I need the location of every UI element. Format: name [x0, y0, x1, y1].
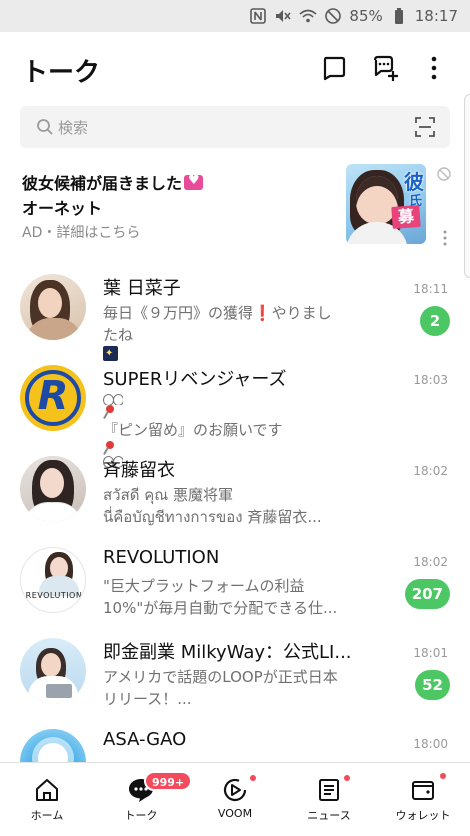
ad-meta: AD・詳細はこちら [22, 225, 141, 241]
chat-bubble-icon [323, 56, 346, 81]
avatar [20, 274, 86, 340]
chat-name: 葉 日菜子 [103, 278, 181, 299]
chat-preview-line2: 10%"が毎月自動で分配できる仕... [103, 599, 338, 617]
chat-row-4[interactable]: 即金副業 MilkyWay：公式LI... アメリカで話題のLOOPが正式日本 … [0, 626, 470, 717]
avatar-text: REVOLUTION [25, 591, 83, 600]
chat-time: 18:02 [413, 555, 448, 569]
chat-name: ASA-GAO [103, 729, 187, 750]
mute-icon [274, 7, 292, 25]
chat-row-0[interactable]: 葉 日菜子 毎日《９万円》の獲得❗️やりまし たね 18:11 2 [0, 262, 470, 361]
chat-preview-line1: สวัสดี คุณ 悪魔将軍 [103, 486, 233, 504]
ad-banner[interactable]: 彼女候補が届きました オーネット AD・詳細はこちら 彼 氏 募 [0, 160, 470, 252]
nav-voom-dot [250, 775, 256, 781]
nav-talk[interactable]: 999+ トーク [94, 763, 193, 831]
chat-preview-line1: 毎日《９万円》の獲得❗️やりまし [103, 304, 332, 322]
chat-list: 葉 日菜子 毎日《９万円》の獲得❗️やりまし たね 18:11 2 R SUPE… [0, 262, 470, 762]
chat-name: 斉藤留衣 [103, 460, 175, 481]
avatar [20, 456, 86, 522]
chat-add-icon [373, 55, 398, 81]
unread-badge: 2 [420, 306, 450, 336]
avatar [20, 729, 86, 762]
nav-news-dot [344, 775, 350, 781]
battery-percent: 85% [349, 7, 383, 25]
heart-emoji-icon [184, 173, 204, 190]
chat-preview: "巨大プラットフォームの利益 10%"が毎月自動で分配できる仕... [103, 575, 357, 619]
chat-time: 18:01 [413, 646, 448, 660]
chat-preview-line1: 『ピン留め』のお願いです [103, 421, 283, 439]
chat-preview: アメリカで話題のLOOPが正式日本 リリース！... [103, 666, 357, 710]
search-placeholder: 検索 [58, 119, 89, 137]
wallet-icon [412, 781, 434, 800]
page-title: トーク [22, 58, 101, 88]
chat-row-5[interactable]: ASA-GAO 18:00 [0, 717, 470, 762]
nav-label: ウォレット [395, 809, 451, 822]
ad-more-icon[interactable] [442, 230, 448, 246]
chat-row-2[interactable]: 斉藤留衣 สวัสดี คุณ 悪魔将軍 นี่คือบัญชีทางการขอ… [0, 444, 470, 535]
search-input[interactable]: 検索 [20, 106, 450, 148]
clock: 18:17 [414, 7, 458, 25]
ad-title: 彼女候補が届きました [22, 170, 204, 194]
chat-preview-line1: "巨大プラットフォームの利益 [103, 577, 305, 595]
ad-image-text-3: 募 [391, 205, 421, 229]
status-bar: 85% 18:17 [0, 0, 470, 32]
no-signal-icon [324, 7, 342, 25]
chat-preview-line2: たね [103, 326, 134, 344]
nav-news[interactable]: ニュース [282, 763, 376, 831]
search-icon [37, 119, 53, 135]
nav-home[interactable]: ホーム [0, 763, 94, 831]
avatar: R [20, 365, 86, 431]
chat-name: 即金副業 MilkyWay：公式LI... [103, 642, 352, 663]
nfc-icon [249, 7, 267, 25]
unread-badge: 207 [404, 579, 450, 609]
nav-talk-badge: 999+ [144, 771, 193, 791]
ad-image: 彼 氏 募 [346, 164, 426, 244]
avatar [20, 638, 86, 704]
battery-icon [390, 7, 408, 25]
chat-preview-line2: นี่คือบัญชีทางการของ 斉藤留衣... [103, 508, 322, 526]
chat-row-3[interactable]: REVOLUTION REVOLUTION "巨大プラットフォームの利益 10%… [0, 535, 470, 626]
news-icon [319, 779, 339, 801]
eyes-emoji-icon [103, 393, 123, 405]
ad-title-text: 彼女候補が届きました [22, 174, 183, 193]
kebab-menu-icon [431, 56, 437, 80]
bottom-nav: ホーム 999+ トーク VOOM ニュース ウォレット [0, 762, 470, 830]
nav-label: ニュース [307, 809, 351, 822]
nav-label: ホーム [30, 809, 64, 822]
home-icon [36, 779, 58, 801]
ad-hide-icon[interactable] [436, 166, 452, 182]
chat-time: 18:03 [413, 373, 448, 387]
avatar: REVOLUTION [20, 547, 86, 613]
chat-preview: สวัสดี คุณ 悪魔将軍 นี่คือบัญชีทางการของ 斉藤留… [103, 484, 357, 528]
chat-name: REVOLUTION [103, 547, 220, 568]
nav-label: トーク [124, 809, 158, 822]
header: トーク [0, 32, 470, 102]
chat-preview-line1-wrap: 『ピン留め』のお願いです [103, 393, 357, 441]
pin-emoji-icon [103, 405, 115, 419]
voom-play-icon [223, 778, 247, 802]
ad-brand: オーネット [22, 199, 103, 218]
qr-scan-icon[interactable] [414, 116, 436, 138]
chat-preview-line1: アメリカで話題のLOOPが正式日本 [103, 668, 338, 686]
chat-time: 18:00 [413, 737, 448, 751]
more-options-button[interactable] [418, 52, 450, 84]
chat-row-1[interactable]: R SUPERリベンジャーズ 『ピン留め』のお願いです 18:03 [0, 353, 470, 467]
nav-wallet[interactable]: ウォレット [376, 763, 470, 831]
wifi-icon [299, 7, 317, 25]
nav-label: VOOM [217, 807, 253, 820]
nav-wallet-dot [440, 773, 446, 779]
chat-preview-line2: リリース！... [103, 690, 192, 708]
chat-name: SUPERリベンジャーズ [103, 369, 287, 390]
unread-badge: 52 [415, 670, 450, 700]
avatar-letter: R [37, 373, 69, 419]
chat-time: 18:11 [413, 282, 448, 296]
nav-voom[interactable]: VOOM [188, 763, 282, 831]
chat-time: 18:02 [413, 464, 448, 478]
open-chat-button[interactable] [318, 52, 350, 84]
new-chat-button[interactable] [369, 52, 401, 84]
